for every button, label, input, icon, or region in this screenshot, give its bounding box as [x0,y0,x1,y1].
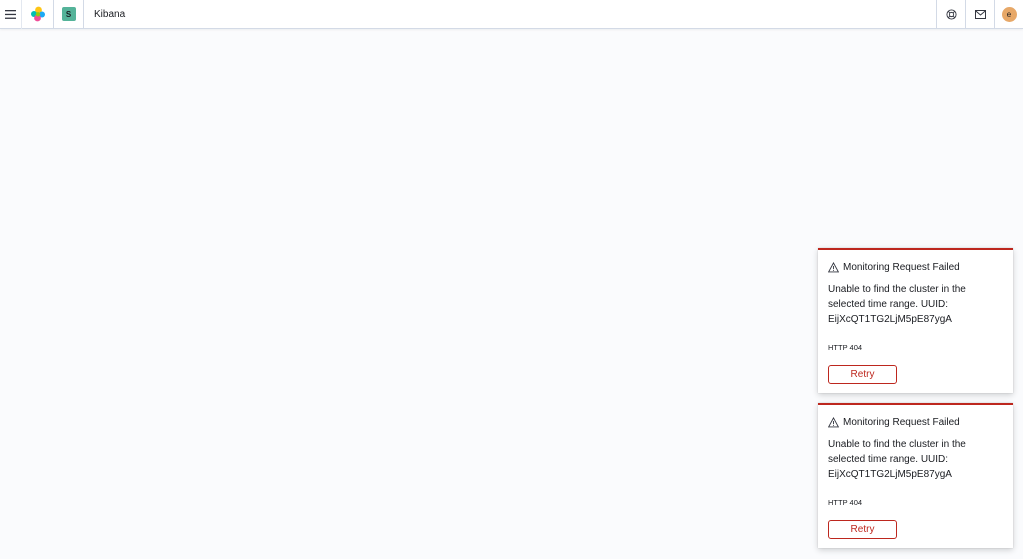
space-avatar: S [61,7,76,21]
space-selector[interactable]: S [54,0,84,29]
help-button[interactable] [936,0,965,29]
mail-icon [974,10,986,19]
error-toast: Monitoring Request Failed Unable to find… [818,248,1013,393]
newsfeed-button[interactable] [965,0,994,29]
toast-title: Monitoring Request Failed [843,261,960,273]
top-header: S Kibana e [0,0,1023,29]
menu-button[interactable] [0,0,22,29]
error-toast: Monitoring Request Failed Unable to find… [818,403,1013,548]
hamburger-icon [5,9,16,19]
home-logo-link[interactable] [22,0,54,29]
toast-list: Monitoring Request Failed Unable to find… [818,248,1013,558]
help-lifebuoy-icon [945,9,957,20]
user-menu-button[interactable]: e [994,0,1023,29]
header-actions: e [936,0,1023,29]
alert-triangle-icon [828,416,839,427]
toast-header: Monitoring Request Failed [828,260,1003,274]
alert-triangle-icon [828,261,839,272]
toast-message: Unable to find the cluster in the select… [828,284,966,325]
breadcrumb-app-title[interactable]: Kibana [94,9,125,20]
retry-button[interactable]: Retry [828,365,897,384]
toast-header: Monitoring Request Failed [828,415,1003,429]
retry-button[interactable]: Retry [828,520,897,539]
toast-error-code: HTTP 404 [828,343,863,352]
elastic-logo-icon [30,6,45,22]
toast-message: Unable to find the cluster in the select… [828,439,966,480]
toast-title: Monitoring Request Failed [843,416,960,428]
toast-error-code: HTTP 404 [828,498,863,507]
user-avatar: e [1001,7,1017,22]
